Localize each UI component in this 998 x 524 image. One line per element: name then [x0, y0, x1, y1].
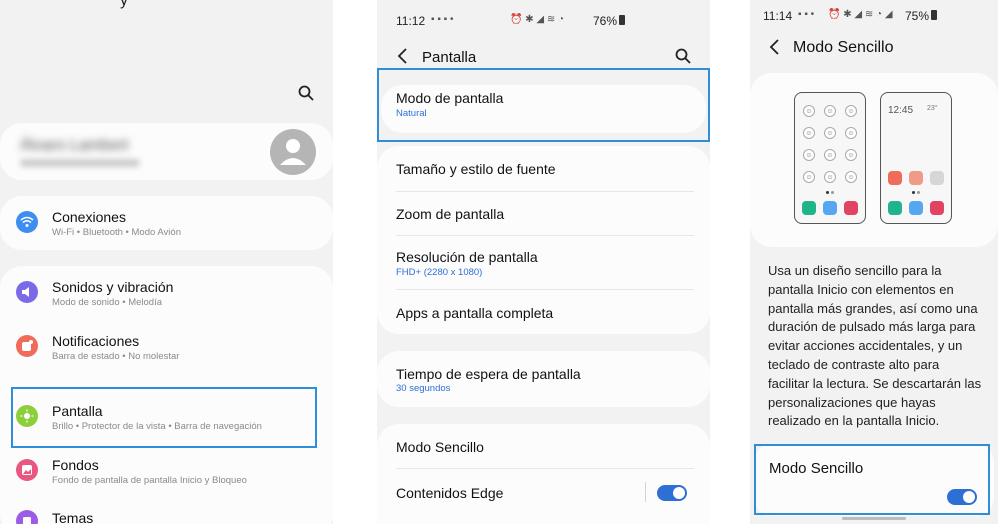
- timeout-subtitle: 30 segundos: [396, 383, 451, 394]
- home-indicator: [842, 517, 906, 520]
- font-size-title: Tamaño y estilo de fuente: [396, 161, 556, 177]
- connections-title: Conexiones: [52, 209, 126, 225]
- back-arrow-icon[interactable]: [769, 39, 781, 55]
- battery-icon: [619, 15, 625, 25]
- font-size-item[interactable]: Tamaño y estilo de fuente: [377, 146, 710, 190]
- screen-zoom-title: Zoom de pantalla: [396, 206, 505, 222]
- notifications-item[interactable]: Notificaciones Barra de estado • No mole…: [0, 320, 333, 374]
- resolution-item[interactable]: Resolución de pantalla FHD+ (2280 x 1080…: [377, 236, 710, 290]
- wifi-icon: [16, 211, 38, 233]
- easy-mode-title: Modo Sencillo: [396, 439, 484, 455]
- preview-card: ☺ ☺ ☺ ☺ ☺ ☺ ☺ ☺ ☺ ☺ ☺ ☺ 12:45 23°: [750, 73, 998, 247]
- settings-main-panel: y Álvaro Lambert Conexiones Wi-Fi • Blue…: [0, 0, 333, 524]
- account-card[interactable]: Álvaro Lambert: [0, 123, 333, 180]
- timeout-title: Tiempo de espera de pantalla: [396, 366, 581, 382]
- notifications-subtitle: Barra de estado • No molestar: [52, 351, 180, 362]
- easy-mode-group-card: Modo Sencillo Contenidos Edge: [377, 424, 710, 524]
- screen-zoom-item[interactable]: Zoom de pantalla: [377, 192, 710, 236]
- status-battery: 75%: [905, 9, 930, 23]
- status-notification-icons: ▪ ▪ •: [798, 9, 815, 20]
- person-icon: [280, 139, 306, 165]
- sounds-title: Sonidos y vibración: [52, 279, 174, 295]
- wallpaper-item[interactable]: Fondos Fondo de pantalla de pantalla Ini…: [0, 444, 333, 498]
- wallpaper-icon: [16, 459, 38, 481]
- volume-icon: [16, 281, 38, 303]
- easy-mode-highlight-box: [754, 444, 990, 515]
- easy-mode-item[interactable]: Modo Sencillo: [377, 424, 710, 468]
- screen-mode-highlight-box: [377, 68, 710, 142]
- resolution-title: Resolución de pantalla: [396, 249, 538, 265]
- connections-card[interactable]: Conexiones Wi-Fi • Bluetooth • Modo Avió…: [0, 196, 333, 250]
- account-email-blurred: [20, 159, 140, 167]
- standard-mode-preview: ☺ ☺ ☺ ☺ ☺ ☺ ☺ ☺ ☺ ☺ ☺ ☺: [794, 92, 866, 224]
- themes-item[interactable]: Temas: [0, 498, 333, 524]
- easy-mode-description: Usa un diseño sencillo para la pantalla …: [768, 263, 982, 429]
- fullscreen-apps-title: Apps a pantalla completa: [396, 305, 554, 321]
- themes-title: Temas: [52, 510, 94, 524]
- partial-header-text: y: [120, 0, 128, 9]
- fullscreen-apps-item[interactable]: Apps a pantalla completa: [377, 290, 710, 334]
- timeout-item[interactable]: Tiempo de espera de pantalla 30 segundos: [377, 351, 710, 407]
- display-settings-panel: 11:12 ▪ ▪ ▪ • ⏰ ✱ ◢ ≋ ◔ 76% Pantalla Mod…: [377, 0, 710, 524]
- divider: [396, 468, 694, 469]
- edge-content-item[interactable]: Contenidos Edge: [377, 470, 710, 514]
- sounds-subtitle: Modo de sonido • Melodía: [52, 297, 163, 308]
- themes-icon: [16, 510, 38, 524]
- edge-content-toggle[interactable]: [657, 485, 687, 501]
- connections-subtitle: Wi-Fi • Bluetooth • Modo Avión: [52, 227, 181, 238]
- avatar[interactable]: [270, 129, 316, 175]
- page-title: Pantalla: [422, 49, 477, 66]
- search-icon[interactable]: [675, 48, 691, 64]
- preview-clock: 12:45: [888, 105, 914, 116]
- preview-weather: 23°: [927, 105, 938, 112]
- display-highlight-box: [11, 387, 317, 448]
- easy-mode-preview: 12:45 23°: [880, 92, 952, 224]
- notification-icon: [16, 335, 38, 357]
- font-group-card: Tamaño y estilo de fuente Zoom de pantal…: [377, 146, 710, 334]
- account-name: Álvaro Lambert: [20, 137, 129, 154]
- status-system-icons: ⏰ ✱ ◢ ≋ ◔ ◢: [828, 9, 893, 20]
- sounds-item[interactable]: Sonidos y vibración Modo de sonido • Mel…: [0, 266, 333, 320]
- status-notification-icons: ▪ ▪ ▪ •: [431, 14, 454, 25]
- notifications-title: Notificaciones: [52, 333, 140, 349]
- back-arrow-icon[interactable]: [397, 48, 409, 64]
- search-icon[interactable]: [298, 85, 314, 101]
- status-time: 11:14: [763, 9, 793, 23]
- resolution-subtitle: FHD+ (2280 x 1080): [396, 267, 483, 278]
- easy-mode-panel: 11:14 ▪ ▪ • ⏰ ✱ ◢ ≋ ◔ ◢ 75% Modo Sencill…: [750, 0, 998, 524]
- page-title: Modo Sencillo: [793, 39, 894, 56]
- wallpaper-subtitle: Fondo de pantalla de pantalla Inicio y B…: [52, 475, 247, 486]
- battery-icon: [931, 10, 937, 20]
- wallpaper-title: Fondos: [52, 457, 99, 473]
- status-system-icons: ⏰ ✱ ◢ ≋ ◔: [510, 14, 565, 25]
- status-battery: 76%: [593, 14, 618, 28]
- edge-content-title: Contenidos Edge: [396, 485, 504, 501]
- toggle-separator: [645, 482, 646, 502]
- status-time: 11:12: [396, 14, 426, 28]
